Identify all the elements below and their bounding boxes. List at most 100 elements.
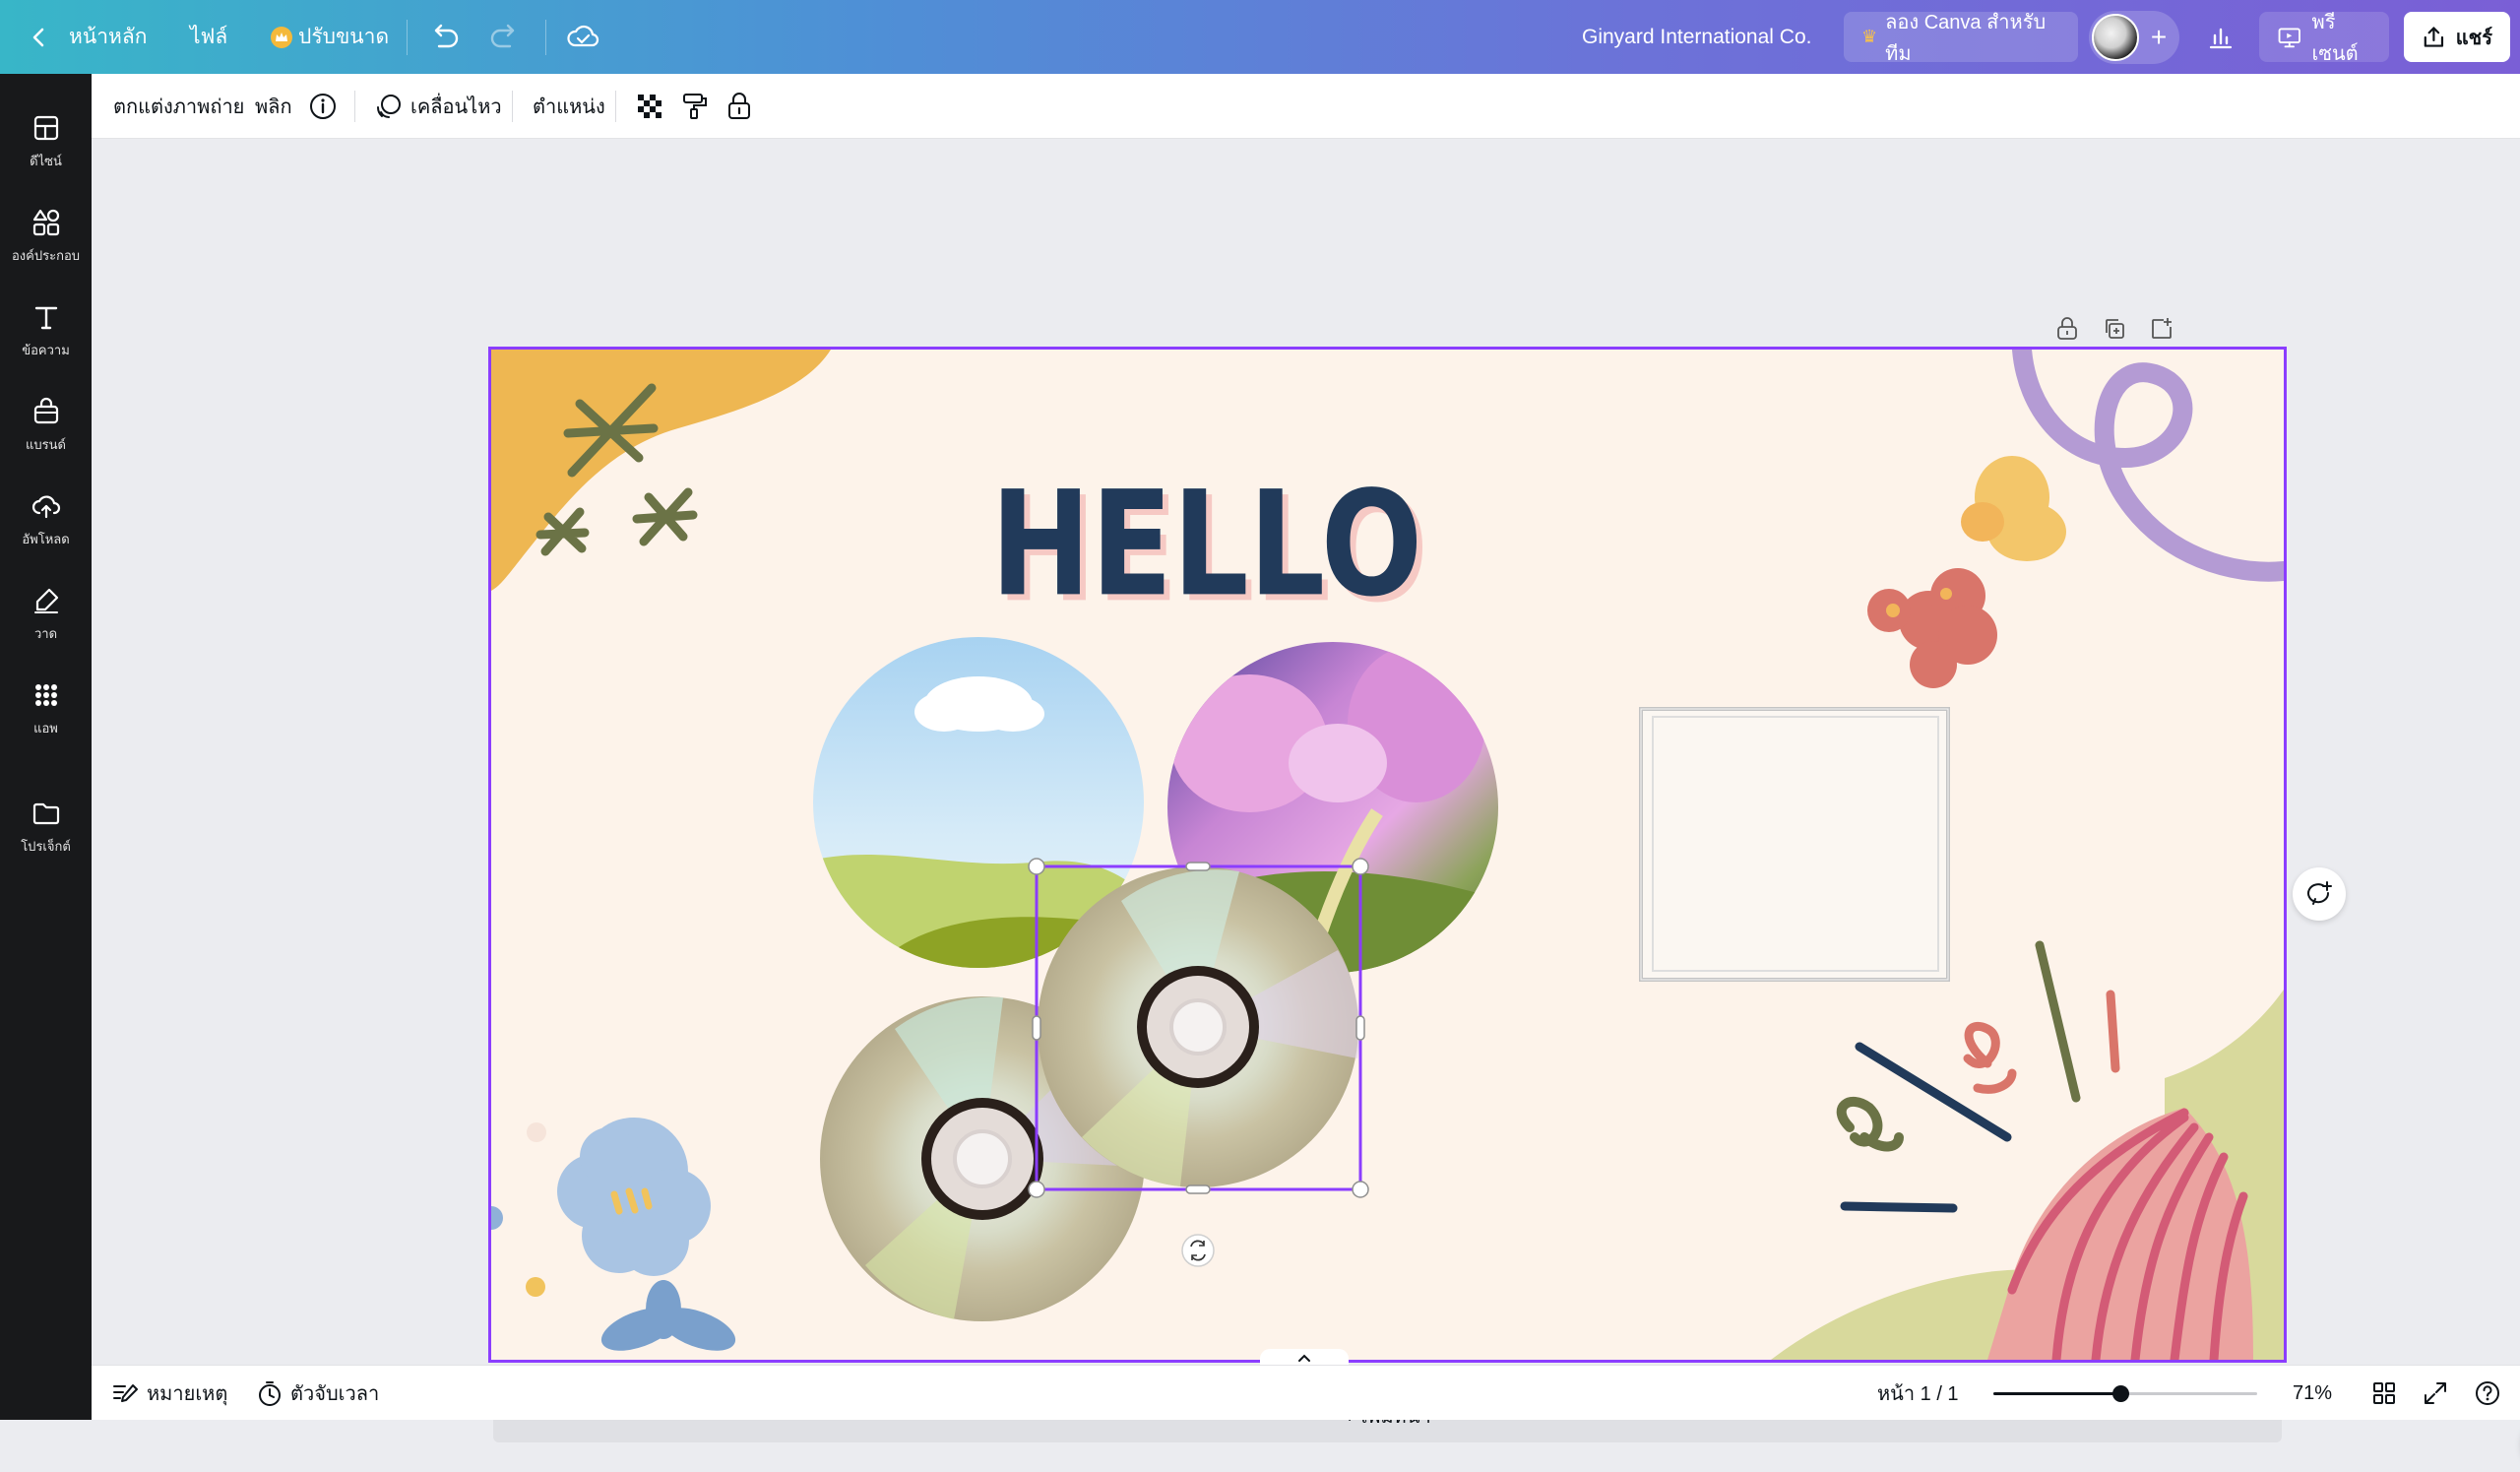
rail-item-brand[interactable]: แบรนด์ — [0, 381, 92, 470]
rail-item-draw[interactable]: วาด — [0, 570, 92, 659]
timer-button[interactable]: ตัวจับเวลา — [257, 1366, 379, 1421]
line-decor — [1836, 940, 2120, 1213]
timer-label: ตัวจับเวลา — [290, 1383, 380, 1405]
team-name[interactable]: Ginyard International Co. — [1582, 0, 1811, 74]
comment-add-icon — [2307, 881, 2332, 905]
present-button[interactable]: พรีเซนต์ — [2259, 12, 2389, 65]
rail-item-design[interactable]: ดีไซน์ — [0, 97, 92, 186]
add-collaborator-icon[interactable]: + — [2145, 24, 2173, 51]
duplicate-page-button[interactable] — [2100, 314, 2129, 344]
transparency-button[interactable] — [636, 74, 663, 139]
divider — [407, 20, 408, 55]
fullscreen-button[interactable] — [2423, 1366, 2448, 1421]
notes-button[interactable]: หมายเหตุ — [111, 1366, 227, 1421]
blue-petals-decor — [600, 1280, 736, 1359]
rail-item-label: อัพโหลด — [22, 531, 70, 546]
file-label: ไฟล์ — [190, 26, 228, 48]
lock-button[interactable] — [726, 74, 752, 139]
add-page-icon-button[interactable] — [2147, 314, 2176, 344]
divider — [615, 91, 616, 122]
empty-frame[interactable] — [1639, 707, 1950, 982]
try-canva-label: ลอง Canva สำหรับทีม — [1885, 11, 2047, 65]
copy-style-button[interactable] — [681, 74, 709, 139]
animate-label: เคลื่อนไหว — [410, 96, 502, 118]
flip-button[interactable]: พลิก — [255, 74, 292, 139]
timer-icon — [259, 1381, 281, 1406]
duplicate-icon — [2106, 319, 2124, 339]
redo-icon — [490, 24, 515, 47]
half-dot-decor — [491, 1206, 503, 1230]
cd-disc-selected[interactable] — [1038, 866, 1360, 1187]
yellow-blob — [491, 350, 831, 591]
edit-photo-button[interactable]: ตกแต่งภาพถ่าย — [113, 74, 244, 139]
collaborators-group[interactable]: + — [2089, 11, 2179, 64]
present-icon — [2278, 28, 2300, 47]
share-button[interactable]: แชร์ — [2404, 12, 2510, 62]
blue-flower-decor — [557, 1118, 711, 1276]
rotate-handle-icon[interactable] — [1181, 1234, 1215, 1267]
redo-button[interactable] — [488, 0, 522, 74]
resize-label: ปรับขนาด — [298, 26, 390, 48]
divider — [354, 91, 355, 122]
crown-icon: ♛ — [1861, 27, 1878, 46]
lock-icon — [728, 93, 750, 119]
info-icon — [310, 94, 336, 119]
file-menu-button[interactable]: ไฟล์ — [190, 0, 227, 74]
page-indicator-label: หน้า 1 / 1 — [1877, 1383, 1959, 1405]
divider — [512, 91, 513, 122]
home-button[interactable]: หน้าหลัก — [30, 0, 147, 74]
canvas-stage: HELLO HELLO — [92, 139, 2520, 1442]
grid-view-button[interactable] — [2371, 1366, 2397, 1421]
top-bar: หน้าหลัก ไฟล์ ปรับขนาด Ginyard Internati… — [0, 0, 2520, 74]
rail-item-projects[interactable]: โปรเจ็กต์ — [0, 783, 92, 871]
rail-item-uploads[interactable]: อัพโหลด — [0, 476, 92, 564]
rail-item-label: โปรเจ็กต์ — [21, 838, 71, 854]
grid-view-icon — [2373, 1382, 2395, 1404]
paint-roller-icon — [683, 94, 707, 119]
resize-button[interactable]: ปรับขนาด — [271, 0, 389, 74]
rail-item-apps[interactable]: แอพ — [0, 665, 92, 753]
rail-item-elements[interactable]: องค์ประกอบ — [0, 192, 92, 281]
try-canva-teams-button[interactable]: ♛ ลอง Canva สำหรับทีม — [1844, 12, 2078, 65]
draw-icon — [33, 588, 58, 613]
page-indicator[interactable]: หน้า 1 / 1 — [1877, 1366, 1959, 1421]
zoom-slider-fill — [1993, 1392, 2120, 1395]
chevron-up-icon — [1298, 1354, 1310, 1362]
shapes-icon — [32, 209, 59, 235]
text-icon — [34, 306, 57, 329]
fullscreen-icon — [2425, 1382, 2446, 1404]
layout-icon — [33, 115, 58, 140]
zoom-level[interactable]: 71% — [2293, 1366, 2332, 1421]
notes-label: หมายเหตุ — [147, 1383, 228, 1405]
help-button[interactable] — [2474, 1366, 2501, 1421]
zoom-slider[interactable] — [1993, 1385, 2257, 1402]
save-status-button[interactable] — [565, 0, 600, 74]
dot-decor — [526, 1277, 545, 1297]
upload-icon — [32, 494, 60, 518]
context-toolbar: ตกแต่งภาพถ่าย พลิก เคลื่อนไหว ตำแหน่ง — [92, 74, 2520, 139]
undo-icon — [434, 24, 459, 47]
lock-page-button[interactable] — [2052, 314, 2082, 344]
transparency-icon — [638, 95, 662, 118]
flip-label: พลิก — [255, 96, 292, 118]
bar-chart-icon — [2209, 28, 2233, 48]
add-comment-button[interactable] — [2293, 867, 2346, 921]
position-button[interactable]: ตำแหน่ง — [533, 74, 605, 139]
undo-button[interactable] — [427, 0, 461, 74]
avatar[interactable] — [2092, 14, 2139, 61]
lock-icon — [2057, 317, 2077, 340]
chevron-left-icon — [32, 28, 44, 46]
rail-item-text[interactable]: ข้อความ — [0, 287, 92, 375]
animate-button[interactable]: เคลื่อนไหว — [375, 74, 502, 139]
insights-button[interactable] — [2195, 12, 2246, 62]
folder-icon — [32, 802, 59, 824]
zoom-slider-handle[interactable] — [2111, 1385, 2129, 1402]
rail-item-label: แบรนด์ — [26, 436, 66, 452]
rail-item-label: ดีไซน์ — [30, 153, 62, 168]
design-page[interactable]: HELLO HELLO — [488, 347, 2287, 1363]
info-button[interactable] — [308, 74, 338, 139]
rail-item-label: วาด — [33, 625, 58, 641]
dot-decor — [527, 1122, 546, 1142]
heading-hello[interactable]: HELLO — [990, 460, 1422, 628]
pink-leaf-decor — [1987, 1108, 2253, 1360]
